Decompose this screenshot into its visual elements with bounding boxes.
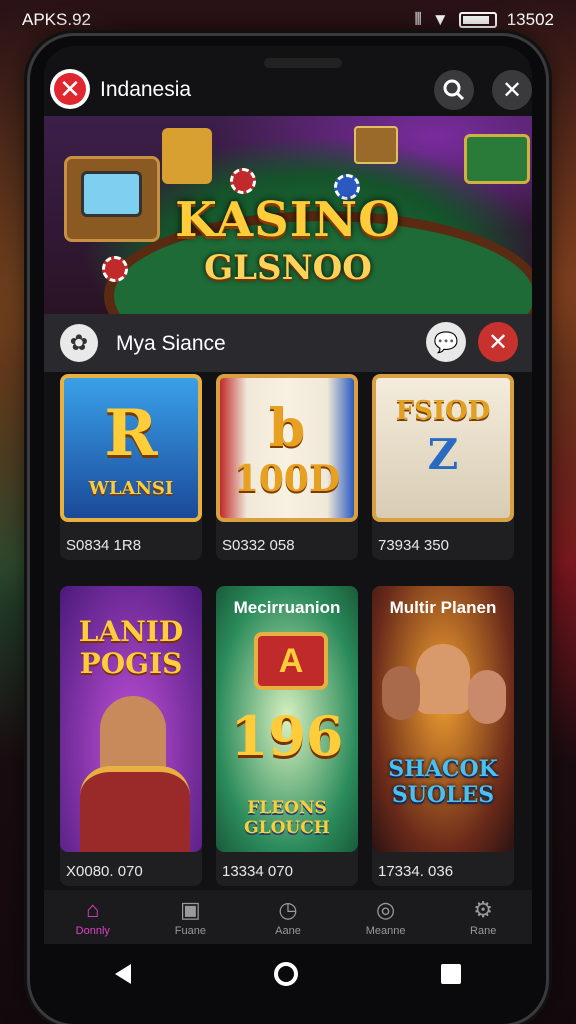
close-icon: ✕ xyxy=(487,328,509,356)
clock-icon: ◷ xyxy=(278,897,298,922)
section-title: Mya Siance xyxy=(116,332,226,355)
slot-machine-art xyxy=(354,126,398,164)
status-bar: APKS.92 ⦀ ▼ 13502 xyxy=(0,0,576,40)
phone-frame: ✕ Indanesia ✕ KASINO GLSNOO ✿ Mya Siance… xyxy=(30,36,546,1024)
game-card-label: 17334. 036 xyxy=(378,863,454,880)
status-time: 13502 xyxy=(506,10,554,29)
game-card[interactable]: R WLANSI S0834 1R8 xyxy=(60,374,202,560)
close-section-button[interactable]: ✕ xyxy=(478,322,518,362)
nav-item-meanne[interactable]: ◎ Meanne xyxy=(346,897,426,937)
top-bar: ✕ Indanesia ✕ xyxy=(44,62,532,120)
game-card-label: X0080. 070 xyxy=(66,863,143,880)
search-icon xyxy=(443,79,465,101)
slot-machine-art xyxy=(162,128,212,184)
game-thumbnail: Mecirruanion A 196 FLEONS GLOUCH xyxy=(216,586,358,852)
game-thumbnail: Multir Planen SHACOK SUOLES xyxy=(372,586,514,852)
close-icon: ✕ xyxy=(501,76,523,104)
chat-icon: 💬 xyxy=(433,331,459,354)
game-card-label: S0332 058 xyxy=(222,537,295,554)
home-icon: ⌂ xyxy=(86,897,100,922)
clover-icon: ✿ xyxy=(60,324,98,362)
promo-banner[interactable]: KASINO GLSNOO xyxy=(44,116,532,314)
nav-label: Aane xyxy=(275,925,301,937)
nav-item-aane[interactable]: ◷ Aane xyxy=(248,897,328,937)
nav-label: Fuane xyxy=(174,925,206,937)
game-card[interactable]: Mecirruanion A 196 FLEONS GLOUCH 13334 0… xyxy=(216,586,358,886)
search-button[interactable] xyxy=(434,70,474,110)
camera-icon: ◎ xyxy=(375,897,396,922)
game-card-label: 13334 070 xyxy=(222,863,293,880)
banner-subtitle: GLSNOO xyxy=(204,248,372,288)
recents-icon[interactable] xyxy=(440,964,461,984)
nav-item-home[interactable]: ⌂ Donnly xyxy=(53,897,133,937)
nav-item-fuane[interactable]: ▣ Fuane xyxy=(150,897,230,937)
nav-label: Meanne xyxy=(365,925,406,937)
game-card-label: 73934 350 xyxy=(378,537,449,554)
home-button-icon[interactable] xyxy=(273,962,298,986)
game-card-label: S0834 1R8 xyxy=(66,537,142,554)
game-card[interactable]: FSIOD Z 73934 350 xyxy=(372,374,514,560)
battery-icon xyxy=(458,12,497,28)
nav-label: Rane xyxy=(470,925,497,937)
app-title: Indanesia xyxy=(100,78,192,101)
game-thumbnail: R WLANSI xyxy=(60,374,202,522)
app-screen: ✕ Indanesia ✕ KASINO GLSNOO ✿ Mya Siance… xyxy=(44,46,532,944)
character-art xyxy=(416,644,470,714)
gear-icon: ⚙ xyxy=(473,897,494,922)
slot-machine-art xyxy=(464,134,530,184)
character-art xyxy=(80,766,190,852)
nav-item-rane[interactable]: ⚙ Rane xyxy=(443,897,523,937)
character-art xyxy=(382,666,420,720)
character-art xyxy=(100,696,166,776)
wifi-icon: ▼ xyxy=(431,10,449,29)
game-card[interactable]: Multir Planen SHACOK SUOLES 17334. 036 xyxy=(372,586,514,886)
close-button[interactable]: ✕ xyxy=(492,70,532,110)
vibrate-icon: ⦀ xyxy=(414,10,422,29)
emblem-icon: A xyxy=(254,632,328,690)
status-left-text: APKS.92 xyxy=(22,10,91,29)
section-header: ✿ Mya Siance 💬 ✕ xyxy=(44,314,532,372)
character-art xyxy=(468,670,506,724)
chip-icon xyxy=(230,168,256,194)
game-card[interactable]: b 100D S0332 058 xyxy=(216,374,358,560)
game-card[interactable]: LANID POGIS X0080. 070 xyxy=(60,586,202,886)
game-thumbnail: b 100D xyxy=(216,374,358,522)
app-logo[interactable]: ✕ xyxy=(50,69,90,109)
close-icon: ✕ xyxy=(54,73,86,105)
bottom-nav: ⌂ Donnly ▣ Fuane ◷ Aane ◎ Meanne ⚙ Rane xyxy=(44,890,532,944)
nav-label: Donnly xyxy=(75,925,110,937)
back-icon[interactable] xyxy=(115,964,132,984)
system-nav-bar xyxy=(44,944,532,1004)
banner-title: KASINO xyxy=(175,192,401,248)
game-thumbnail: FSIOD Z xyxy=(372,374,514,522)
chat-button[interactable]: 💬 xyxy=(426,322,466,362)
image-icon: ▣ xyxy=(179,897,201,922)
game-thumbnail: LANID POGIS xyxy=(60,586,202,852)
